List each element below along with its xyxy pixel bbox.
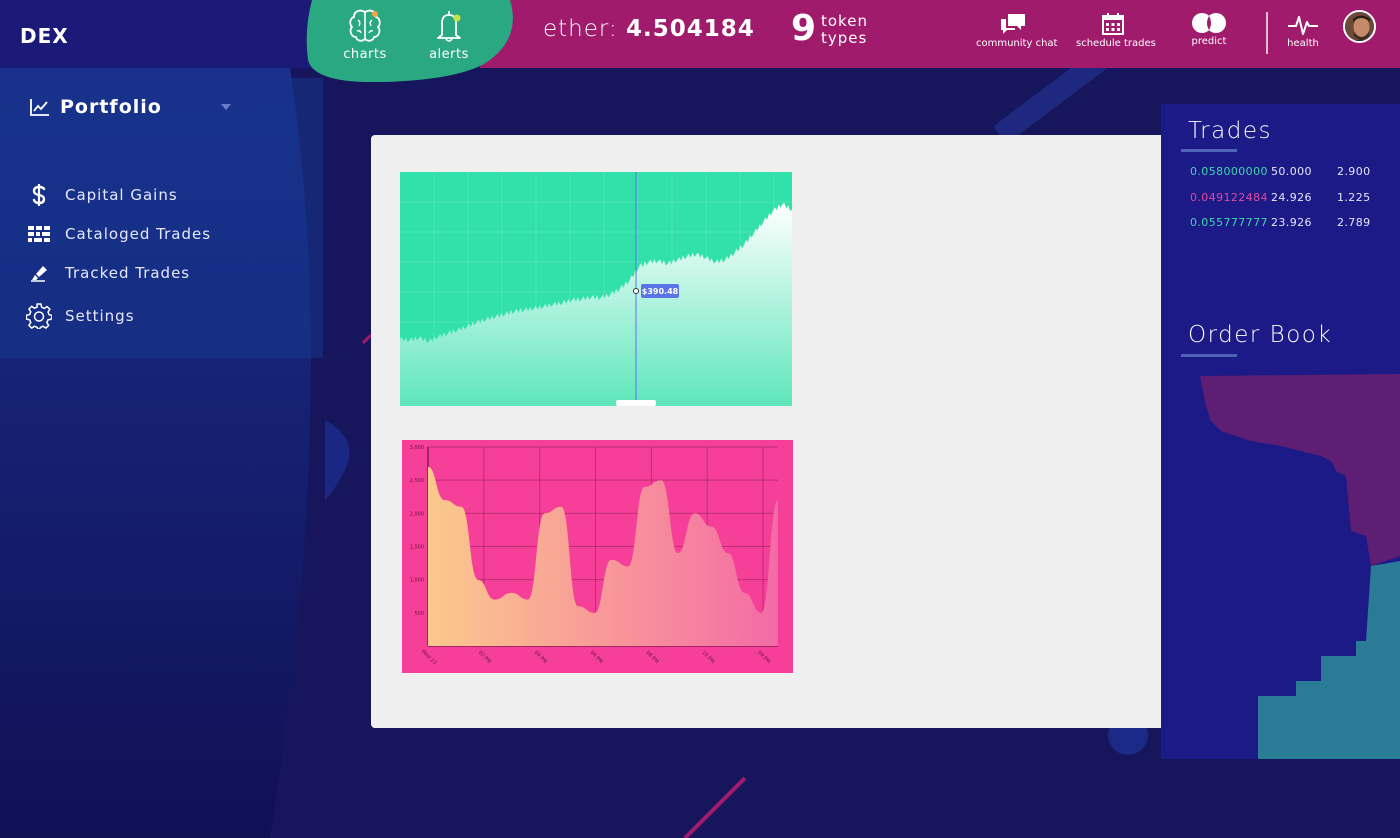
order-book-buy-depth bbox=[1258, 561, 1400, 759]
x-tick-label: 04 PM bbox=[533, 650, 548, 665]
grid-icon bbox=[25, 226, 53, 242]
trade-amount: 50.000 bbox=[1271, 165, 1312, 178]
order-book-sell-depth bbox=[1200, 374, 1400, 566]
price-area-chart[interactable]: $390.48 bbox=[400, 172, 792, 406]
gear-icon bbox=[25, 303, 53, 329]
token-types-label: token types bbox=[821, 13, 868, 47]
trades-title-underline bbox=[1181, 149, 1237, 152]
portfolio-header[interactable]: Portfolio bbox=[30, 96, 162, 118]
line-chart-icon bbox=[30, 99, 49, 116]
trade-total: 1.225 bbox=[1337, 191, 1371, 204]
sidebar-item-label: Tracked Trades bbox=[65, 264, 191, 282]
x-tick-label: 02 PM bbox=[477, 650, 492, 665]
y-tick-label: 1,000 bbox=[410, 578, 424, 584]
trade-total: 2.900 bbox=[1337, 165, 1371, 178]
bell-icon bbox=[437, 11, 461, 42]
trades-title: Trades bbox=[1188, 118, 1272, 144]
x-tick-label: 09 PM bbox=[756, 650, 771, 665]
trade-price: 0.049122484 bbox=[1190, 191, 1268, 204]
chat-bubbles-icon bbox=[1001, 14, 1025, 34]
token-count: 9 bbox=[791, 8, 817, 49]
trade-price: 0.058000000 bbox=[1190, 165, 1268, 178]
chevron-down-icon[interactable] bbox=[221, 104, 231, 110]
highlighter-icon bbox=[25, 264, 53, 282]
sidebar: Portfolio Capital Gains Cataloged Trades bbox=[0, 78, 323, 358]
health-button[interactable]: health bbox=[1284, 12, 1322, 49]
order-book-title-underline bbox=[1181, 354, 1237, 357]
sidebar-item-tracked-trades[interactable]: Tracked Trades bbox=[25, 264, 190, 282]
y-tick-label: 2,000 bbox=[410, 511, 424, 517]
sidebar-item-capital-gains[interactable]: Capital Gains bbox=[25, 184, 178, 206]
top-bar: DEX charts alerts ether: 4.504184 9 toke… bbox=[0, 0, 1400, 82]
token-label-line-1: token bbox=[821, 12, 868, 30]
x-tick-label: Wed 23 bbox=[420, 649, 438, 667]
trade-amount: 24.926 bbox=[1271, 191, 1312, 204]
trade-amount: 23.926 bbox=[1271, 216, 1312, 229]
right-panel: Trades 0.058000000 50.000 2.900 0.049122… bbox=[1161, 104, 1400, 759]
schedule-trades-label: schedule trades bbox=[1076, 38, 1156, 49]
sidebar-item-label: Settings bbox=[65, 307, 135, 325]
x-axis-hover-label bbox=[616, 400, 656, 406]
x-tick-label: 06 PM bbox=[589, 650, 604, 665]
sidebar-item-label: Cataloged Trades bbox=[65, 225, 212, 243]
ether-value: 4.504184 bbox=[626, 16, 755, 42]
charts-nav-button[interactable]: charts bbox=[330, 8, 400, 62]
alerts-nav-button[interactable]: alerts bbox=[414, 8, 484, 62]
dollar-icon bbox=[25, 184, 53, 206]
health-label: health bbox=[1287, 38, 1319, 49]
order-book-depth-chart[interactable] bbox=[1161, 366, 1400, 759]
alerts-nav-label: alerts bbox=[429, 47, 469, 62]
sidebar-item-cataloged-trades[interactable]: Cataloged Trades bbox=[25, 225, 211, 243]
calendar-icon bbox=[1102, 13, 1124, 35]
order-book-title: Order Book bbox=[1188, 322, 1333, 348]
sidebar-item-label: Capital Gains bbox=[65, 186, 178, 204]
charts-nav-label: charts bbox=[343, 47, 387, 62]
sidebar-item-settings[interactable]: Settings bbox=[25, 303, 135, 329]
avatar[interactable] bbox=[1343, 10, 1376, 43]
x-tick-label: 08 PM bbox=[645, 650, 660, 665]
y-tick-label: 500 bbox=[414, 611, 424, 617]
y-tick-label: 3,000 bbox=[410, 445, 424, 451]
heartbeat-icon bbox=[1288, 16, 1318, 35]
y-tick-label: 1,500 bbox=[410, 545, 424, 551]
price-chart-svg: $390.48 bbox=[400, 172, 792, 406]
topbar-divider bbox=[1266, 12, 1268, 54]
community-chat-button[interactable]: community chat bbox=[976, 12, 1058, 49]
community-chat-label: community chat bbox=[976, 38, 1058, 49]
app-logo[interactable]: DEX bbox=[20, 24, 69, 48]
main-panel: $390.48 500 1,000 1,500 2,000 2,500 3,000 Wed … bbox=[371, 135, 1161, 728]
price-tooltip: $390.48 bbox=[642, 287, 679, 296]
schedule-trades-button[interactable]: schedule trades bbox=[1076, 12, 1156, 49]
portfolio-title: Portfolio bbox=[60, 96, 162, 118]
volume-area-chart[interactable]: 500 1,000 1,500 2,000 2,500 3,000 Wed 23 02 PM 0… bbox=[402, 440, 793, 673]
predict-button[interactable]: predict bbox=[1187, 12, 1231, 47]
price-area-series bbox=[400, 202, 792, 406]
ether-balance: ether: 4.504184 bbox=[543, 16, 755, 42]
trade-total: 2.789 bbox=[1337, 216, 1371, 229]
hover-point bbox=[633, 288, 639, 294]
y-tick-label: 2,500 bbox=[410, 478, 424, 484]
token-label-line-2: types bbox=[821, 29, 868, 47]
ether-label: ether: bbox=[543, 16, 618, 42]
brain-icon bbox=[349, 9, 381, 42]
trade-price: 0.055777777 bbox=[1190, 216, 1268, 229]
volume-area-series bbox=[428, 466, 778, 646]
predict-label: predict bbox=[1191, 36, 1227, 47]
predict-icon bbox=[1192, 13, 1226, 33]
x-tick-label: 10 PM bbox=[700, 650, 715, 665]
volume-chart-svg: 500 1,000 1,500 2,000 2,500 3,000 Wed 23 02 PM 0… bbox=[410, 445, 778, 667]
